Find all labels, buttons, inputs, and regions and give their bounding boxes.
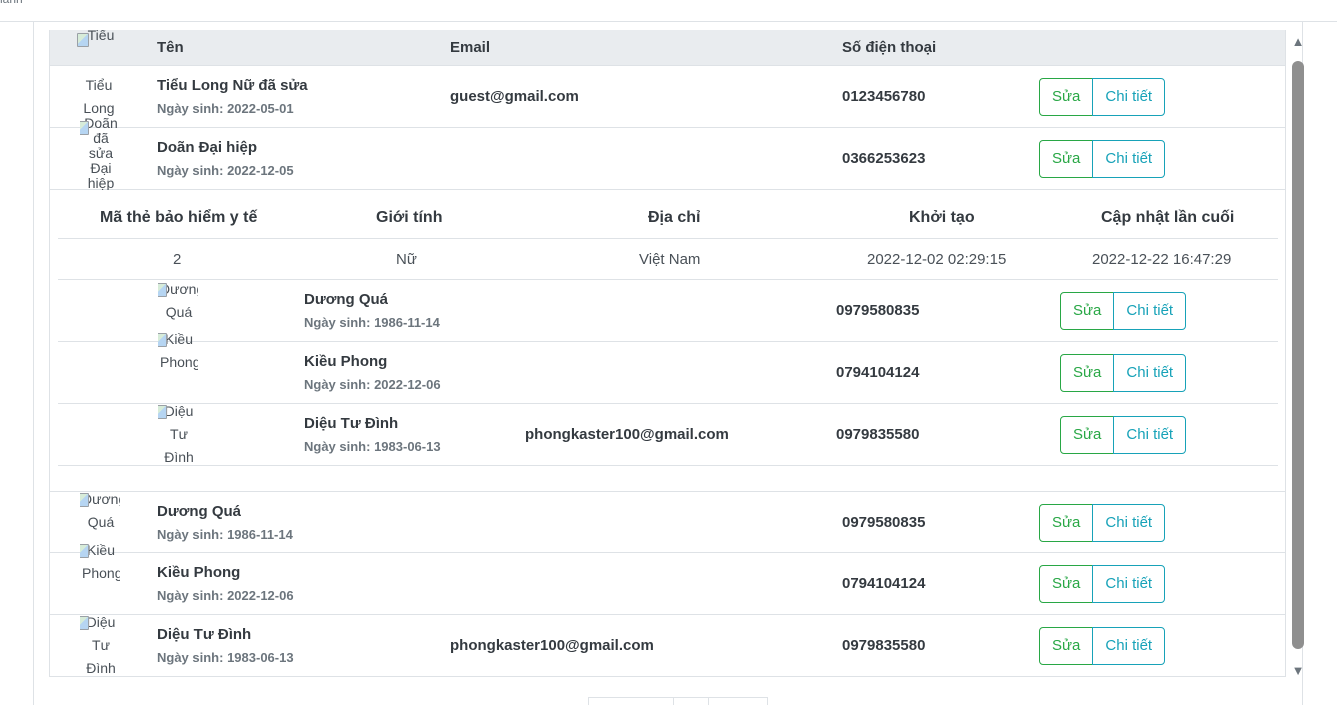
table-header: Tiểu Tên Email Số điện thoại — [50, 30, 1285, 68]
patient-name: Dương Quá — [157, 503, 242, 520]
table-row: Doãn đã sửa Đại hiệp Doãn Đại hiệp Ngày … — [50, 116, 1285, 191]
table-scrollbar[interactable]: ▲ ▼ — [1288, 30, 1308, 680]
detail-header-created: Khởi tạo — [909, 209, 975, 226]
table-row: Tiểu Long Nữ Tiểu Long Nữ đã sửa Ngày si… — [50, 66, 1285, 128]
patient-name: Tiểu Long Nữ đã sửa — [157, 77, 308, 94]
avatar-image: Diệu Tư Đình — [158, 400, 198, 466]
patient-phone: 0979835580 — [842, 637, 926, 654]
patient-dob: Ngày sinh: 1983-06-13 — [304, 439, 441, 454]
patient-phone: 0794104124 — [842, 575, 926, 592]
row-actions: Sửa Chi tiết — [1039, 565, 1166, 603]
patient-phone: 0794104124 — [836, 364, 920, 381]
patient-dob: Ngày sinh: 2022-12-05 — [157, 163, 294, 178]
patient-email: guest@gmail.com — [450, 88, 579, 105]
row-actions: Sửa Chi tiết — [1060, 292, 1187, 330]
page-number-button[interactable] — [673, 697, 709, 705]
row-actions: Sửa Chi tiết — [1039, 504, 1166, 542]
scroll-down-arrow-icon[interactable]: ▼ — [1290, 664, 1306, 677]
patient-dob: Ngày sinh: 2022-05-01 — [157, 101, 294, 116]
detail-button[interactable]: Chi tiết — [1092, 78, 1166, 116]
top-strip: lanh — [0, 0, 1337, 22]
patient-name: Kiều Phong — [157, 564, 241, 581]
patient-phone: 0979580835 — [836, 302, 920, 319]
edit-button[interactable]: Sửa — [1060, 416, 1115, 454]
patient-dob: Ngày sinh: 2022-12-06 — [157, 588, 294, 603]
patient-email: phongkaster100@gmail.com — [450, 637, 654, 654]
patient-phone: 0366253623 — [842, 150, 926, 167]
header-email: Email — [450, 39, 491, 56]
page-next-button[interactable] — [708, 697, 768, 705]
table-row: Dương Quá Dương Quá Ngày sinh: 1986-11-1… — [50, 491, 1285, 553]
avatar-image: Kiều Phong — [158, 328, 198, 404]
patient-detail-panel: Mã thẻ bảo hiểm y tế Giới tính Địa chỉ K… — [58, 190, 1278, 491]
patient-name: Kiều Phong — [304, 353, 388, 370]
detail-created: 2022-12-02 02:29:15 — [867, 251, 1007, 268]
avatar-image: Tiểu Long Nữ — [83, 77, 115, 116]
avatar-image: Diệu Tư Đình — [80, 611, 120, 676]
patient-phone: 0979580835 — [842, 514, 926, 531]
patient-phone: 0979835580 — [836, 426, 920, 443]
related-patient-row: Diệu Tư Đình Diệu Tư Đình Ngày sinh: 198… — [58, 403, 1278, 466]
detail-insurance: 2 — [173, 251, 182, 268]
detail-address: Việt Nam — [639, 251, 701, 268]
edit-button[interactable]: Sửa — [1039, 627, 1094, 665]
detail-button[interactable]: Chi tiết — [1092, 504, 1166, 542]
related-patient-row: Dương Quá Dương Quá Ngày sinh: 1986-11-1… — [58, 280, 1278, 342]
detail-button[interactable]: Chi tiết — [1092, 627, 1166, 665]
header-phone: Số điện thoại — [842, 39, 937, 56]
detail-header-address: Địa chỉ — [648, 209, 701, 226]
header-name: Tên — [157, 39, 184, 56]
patients-table: Tiểu Tên Email Số điện thoại Tiểu Long N… — [49, 30, 1286, 677]
detail-button[interactable]: Chi tiết — [1113, 292, 1187, 330]
patient-dob: Ngày sinh: 1986-11-14 — [157, 527, 293, 542]
patient-dob: Ngày sinh: 1986-11-14 — [304, 315, 440, 330]
pagination — [588, 697, 768, 705]
patient-name: Doãn Đại hiệp — [157, 139, 258, 156]
patient-name: Diệu Tư Đình — [304, 415, 399, 432]
patient-dob: Ngày sinh: 2022-12-06 — [304, 377, 441, 392]
detail-header-updated: Cập nhật lần cuối — [1101, 209, 1235, 226]
edit-button[interactable]: Sửa — [1039, 565, 1094, 603]
detail-button[interactable]: Chi tiết — [1113, 354, 1187, 392]
scroll-thumb[interactable] — [1292, 61, 1304, 649]
detail-values-row: 2 Nữ Việt Nam 2022-12-02 02:29:15 2022-1… — [58, 239, 1278, 280]
row-actions: Sửa Chi tiết — [1039, 78, 1166, 116]
row-actions: Sửa Chi tiết — [1039, 627, 1166, 665]
edit-button[interactable]: Sửa — [1060, 354, 1115, 392]
patient-name: Dương Quá — [304, 291, 389, 308]
patient-name: Diệu Tư Đình — [157, 626, 252, 643]
detail-updated: 2022-12-22 16:47:29 — [1092, 251, 1232, 268]
detail-button[interactable]: Chi tiết — [1113, 416, 1187, 454]
edit-button[interactable]: Sửa — [1039, 140, 1094, 178]
detail-header: Mã thẻ bảo hiểm y tế Giới tính Địa chỉ K… — [58, 190, 1278, 239]
top-cut-text: lanh — [0, 0, 23, 6]
row-actions: Sửa Chi tiết — [1039, 140, 1166, 178]
edit-button[interactable]: Sửa — [1039, 78, 1094, 116]
row-actions: Sửa Chi tiết — [1060, 354, 1187, 392]
header-avatar-alt: Tiểu — [77, 30, 120, 68]
detail-header-gender: Giới tính — [376, 209, 443, 226]
table-row: Diệu Tư Đình Diệu Tư Đình Ngày sinh: 198… — [50, 614, 1285, 676]
scroll-up-arrow-icon[interactable]: ▲ — [1290, 35, 1306, 48]
patient-dob: Ngày sinh: 1983-06-13 — [157, 650, 294, 665]
avatar-image: Doãn đã sửa Đại hiệp — [80, 116, 120, 192]
patient-phone: 0123456780 — [842, 88, 926, 105]
table-row: Kiều Phong Kiều Phong Ngày sinh: 2022-12… — [50, 542, 1285, 615]
patient-email: phongkaster100@gmail.com — [525, 426, 729, 443]
page-previous-button[interactable] — [588, 697, 674, 705]
edit-button[interactable]: Sửa — [1060, 292, 1115, 330]
detail-gender: Nữ — [396, 251, 417, 268]
avatar-image: Kiều Phong — [80, 539, 120, 615]
detail-button[interactable]: Chi tiết — [1092, 565, 1166, 603]
edit-button[interactable]: Sửa — [1039, 504, 1094, 542]
related-patient-row: Kiều Phong Kiều Phong Ngày sinh: 2022-12… — [58, 331, 1278, 404]
detail-button[interactable]: Chi tiết — [1092, 140, 1166, 178]
detail-header-insurance: Mã thẻ bảo hiểm y tế — [100, 209, 258, 226]
row-actions: Sửa Chi tiết — [1060, 416, 1187, 454]
